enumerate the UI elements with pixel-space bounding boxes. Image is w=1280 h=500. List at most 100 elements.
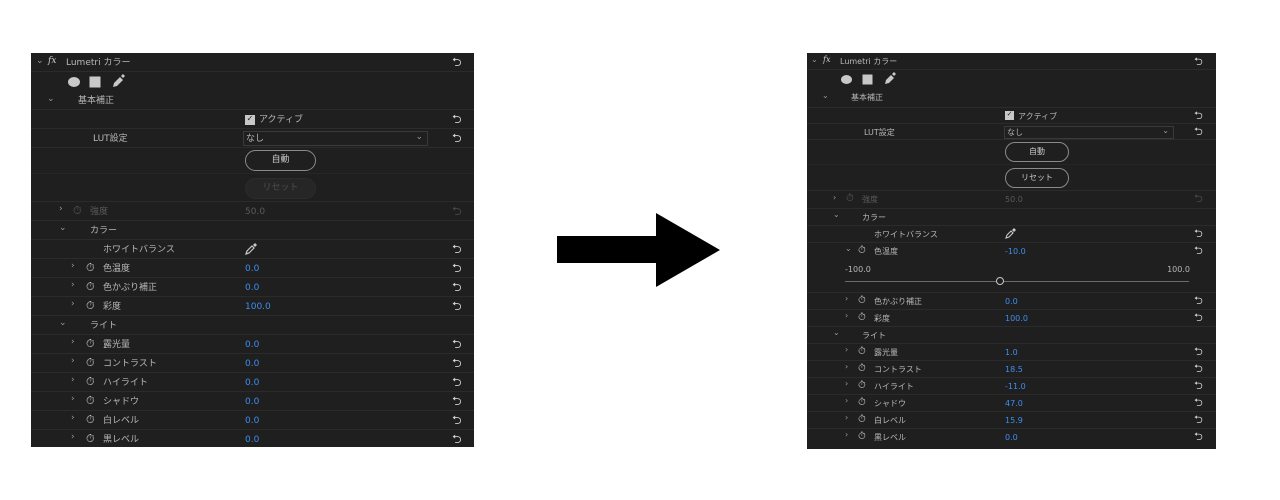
slider-track[interactable]	[845, 281, 1189, 282]
reset-arrow-icon[interactable]: ⮌	[452, 113, 462, 125]
reset-button[interactable]: リセット	[245, 178, 316, 199]
chevron-right-icon[interactable]: ›	[71, 300, 75, 309]
chevron-right-icon[interactable]: ›	[845, 363, 848, 371]
stopwatch-icon[interactable]: ⏱	[858, 381, 866, 391]
chevron-down-icon[interactable]: ⌄	[833, 329, 840, 337]
chevron-down-icon[interactable]: ⌄	[845, 245, 852, 253]
reset-arrow-icon[interactable]: ⮌	[1194, 397, 1203, 408]
reset-arrow-icon[interactable]: ⮌	[452, 262, 462, 274]
slider-knob[interactable]	[995, 277, 1004, 285]
stopwatch-icon[interactable]: ⏱	[86, 357, 95, 368]
stopwatch-icon[interactable]: ⏱	[73, 205, 82, 216]
stopwatch-icon[interactable]: ⏱	[86, 376, 95, 387]
reset-arrow-icon[interactable]: ⮌	[1194, 295, 1203, 306]
chevron-right-icon[interactable]: ›	[71, 395, 75, 404]
chevron-right-icon[interactable]: ›	[845, 414, 848, 422]
stopwatch-icon[interactable]: ⏱	[86, 395, 95, 406]
reset-arrow-icon[interactable]: ⮌	[452, 357, 462, 369]
reset-arrow-icon[interactable]: ⮌	[1194, 431, 1203, 442]
param-value[interactable]: 15.9	[1005, 417, 1023, 425]
param-value[interactable]: -11.0	[1005, 383, 1026, 391]
param-value[interactable]: 0.0	[1005, 298, 1018, 306]
reset-arrow-icon[interactable]: ⮌	[1194, 126, 1203, 137]
chevron-right-icon[interactable]: ›	[71, 357, 75, 366]
stopwatch-icon[interactable]: ⏱	[858, 415, 866, 425]
reset-arrow-icon[interactable]: ⮌	[1194, 193, 1203, 204]
stopwatch-icon[interactable]: ⏱	[86, 262, 95, 273]
reset-arrow-icon[interactable]: ⮌	[1194, 363, 1203, 374]
reset-arrow-icon[interactable]: ⮌	[1194, 228, 1203, 239]
param-value[interactable]: 0.0	[245, 360, 259, 369]
lut-select[interactable]: なし ⌄	[243, 131, 428, 146]
param-value[interactable]: 100.0	[1005, 315, 1028, 323]
chevron-right-icon[interactable]: ›	[845, 312, 848, 320]
chevron-down-icon[interactable]: ⌄	[59, 319, 67, 328]
stopwatch-icon[interactable]: ⏱	[846, 194, 854, 204]
reset-arrow-icon[interactable]: ⮌	[1194, 56, 1203, 67]
reset-arrow-icon[interactable]: ⮌	[452, 205, 462, 217]
section-light-row[interactable]: ⌄ ライト	[807, 327, 1216, 344]
reset-arrow-icon[interactable]: ⮌	[1194, 346, 1203, 357]
fx-icon[interactable]: fx	[48, 57, 56, 66]
stopwatch-icon[interactable]: ⏱	[858, 432, 866, 442]
chevron-down-icon[interactable]: ⌄	[822, 92, 829, 100]
rectangle-mask-icon[interactable]	[89, 76, 101, 88]
chevron-right-icon[interactable]: ›	[71, 414, 75, 423]
param-value[interactable]: 0.0	[245, 284, 259, 293]
param-value[interactable]: 0.0	[245, 436, 259, 445]
chevron-right-icon[interactable]: ›	[71, 376, 75, 385]
chevron-right-icon[interactable]: ›	[845, 397, 848, 405]
ellipse-mask-icon[interactable]	[67, 76, 81, 88]
eyedropper-icon[interactable]	[245, 243, 257, 255]
chevron-right-icon[interactable]: ›	[59, 205, 63, 214]
reset-arrow-icon[interactable]: ⮌	[452, 414, 462, 426]
chevron-down-icon[interactable]: ⌄	[59, 224, 67, 233]
chevron-right-icon[interactable]: ›	[71, 281, 75, 290]
fx-icon[interactable]: fx	[823, 56, 830, 64]
stopwatch-icon[interactable]: ⏱	[858, 364, 866, 374]
rectangle-mask-icon[interactable]	[862, 74, 873, 85]
eyedropper-icon[interactable]	[1005, 228, 1016, 239]
active-checkbox[interactable]: ✓	[1005, 111, 1014, 120]
ellipse-mask-icon[interactable]	[840, 74, 853, 85]
auto-button[interactable]: 自動	[1005, 142, 1069, 162]
reset-arrow-icon[interactable]: ⮌	[452, 132, 462, 144]
stopwatch-icon[interactable]: ⏱	[858, 313, 866, 323]
pen-mask-icon[interactable]	[883, 72, 896, 85]
chevron-right-icon[interactable]: ›	[845, 295, 848, 303]
param-value[interactable]: 0.0	[245, 398, 259, 407]
stopwatch-icon[interactable]: ⏱	[86, 300, 95, 311]
reset-arrow-icon[interactable]: ⮌	[452, 395, 462, 407]
reset-arrow-icon[interactable]: ⮌	[452, 243, 462, 255]
reset-arrow-icon[interactable]: ⮌	[452, 338, 462, 350]
pen-mask-icon[interactable]	[111, 74, 125, 88]
param-value[interactable]: 0.0	[245, 379, 259, 388]
active-checkbox[interactable]: ✓	[245, 115, 255, 125]
param-value[interactable]: 0.0	[245, 265, 259, 274]
stopwatch-icon[interactable]: ⏱	[86, 281, 95, 292]
stopwatch-icon[interactable]: ⏱	[858, 296, 866, 306]
chevron-right-icon[interactable]: ›	[71, 433, 75, 442]
reset-arrow-icon[interactable]: ⮌	[452, 433, 462, 445]
chevron-right-icon[interactable]: ›	[845, 380, 848, 388]
param-value[interactable]: 0.0	[245, 341, 259, 350]
chevron-right-icon[interactable]: ›	[71, 338, 75, 347]
stopwatch-icon[interactable]: ⏱	[858, 398, 866, 408]
section-color-row[interactable]: ⌄ カラー	[31, 221, 474, 240]
param-value[interactable]: 0.0	[1005, 434, 1018, 442]
chevron-down-icon[interactable]: ⌄	[36, 57, 44, 66]
reset-arrow-icon[interactable]: ⮌	[1194, 245, 1203, 256]
intensity-value[interactable]: 50.0	[245, 208, 265, 217]
stopwatch-icon[interactable]: ⏱	[858, 347, 866, 357]
section-basic-row[interactable]: ⌄ 基本補正	[31, 92, 474, 110]
stopwatch-icon[interactable]: ⏱	[86, 414, 95, 425]
param-value[interactable]: 0.0	[245, 417, 259, 426]
param-value[interactable]: 100.0	[245, 303, 271, 312]
intensity-value[interactable]: 50.0	[1005, 196, 1023, 204]
param-value[interactable]: 47.0	[1005, 400, 1023, 408]
reset-arrow-icon[interactable]: ⮌	[452, 281, 462, 293]
section-basic-row[interactable]: ⌄ 基本補正	[807, 89, 1216, 108]
param-value[interactable]: 1.0	[1005, 349, 1018, 357]
chevron-right-icon[interactable]: ›	[71, 262, 75, 271]
reset-arrow-icon[interactable]: ⮌	[1194, 380, 1203, 391]
